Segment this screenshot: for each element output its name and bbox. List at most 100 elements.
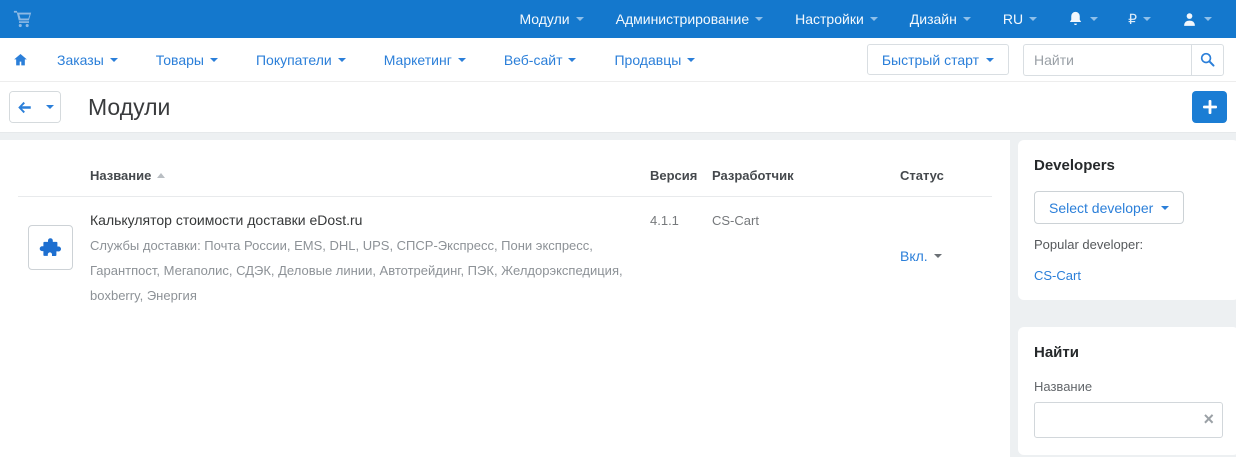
currency-selector[interactable]: ₽: [1128, 11, 1151, 28]
back-history-dropdown[interactable]: [39, 92, 60, 122]
developer-link-cs-cart[interactable]: CS-Cart: [1034, 268, 1081, 283]
sidebar: Developers Select developer Popular deve…: [1018, 140, 1236, 455]
nav-item-label: Продавцы: [614, 52, 681, 68]
sort-ascending-icon: [157, 173, 165, 178]
chevron-down-icon: [1029, 17, 1037, 21]
chevron-down-icon: [934, 254, 942, 258]
addon-name-link[interactable]: Калькулятор стоимости доставки eDost.ru: [90, 212, 650, 228]
modules-panel: Название Версия Разработчик Статус Кальк…: [0, 140, 1010, 457]
column-label: Название: [90, 168, 151, 183]
topbar-menu-design[interactable]: Дизайн: [910, 11, 971, 27]
bell-icon: [1067, 10, 1084, 28]
chevron-down-icon: [210, 58, 218, 62]
nav-item-orders[interactable]: Заказы: [57, 52, 118, 68]
chevron-down-icon: [110, 58, 118, 62]
chevron-down-icon: [576, 17, 584, 21]
name-filter-input[interactable]: [1034, 402, 1223, 438]
status-dropdown[interactable]: Вкл.: [900, 248, 942, 264]
nav-items: Заказы Товары Покупатели Маркетинг Веб-с…: [57, 52, 695, 68]
add-module-button[interactable]: [1192, 91, 1227, 123]
addon-developer: CS-Cart: [712, 206, 900, 308]
chevron-down-icon: [1090, 17, 1098, 21]
nav-item-label: Веб-сайт: [504, 52, 563, 68]
topbar-menu-label: Настройки: [795, 11, 864, 27]
quick-start-button[interactable]: Быстрый старт: [867, 44, 1009, 75]
name-filter-wrap: ×: [1034, 402, 1223, 438]
ruble-icon: ₽: [1128, 11, 1137, 28]
topbar-menu-settings[interactable]: Настройки: [795, 11, 878, 27]
nav-item-customers[interactable]: Покупатели: [256, 52, 346, 68]
search-filter-card: Найти Название ×: [1018, 327, 1236, 455]
nav-item-label: Товары: [156, 52, 204, 68]
account-menu[interactable]: [1181, 11, 1212, 28]
chevron-down-icon: [568, 58, 576, 62]
nav-right-group: Быстрый старт: [867, 44, 1224, 76]
language-selector[interactable]: RU: [1003, 11, 1037, 27]
cart-icon: [12, 9, 34, 29]
content-layout: Название Версия Разработчик Статус Кальк…: [0, 140, 1236, 457]
plus-icon: [1203, 100, 1217, 114]
topbar-menu-label: Модули: [519, 11, 569, 27]
column-header-name[interactable]: Название: [90, 168, 650, 183]
chevron-down-icon: [687, 58, 695, 62]
select-developer-label: Select developer: [1049, 200, 1153, 216]
addon-status-cell: Вкл.: [900, 206, 992, 308]
puzzle-icon: [39, 236, 63, 260]
chevron-down-icon: [1161, 206, 1169, 210]
topbar-menu-label: Администрирование: [616, 11, 750, 27]
nav-item-label: Маркетинг: [384, 52, 452, 68]
column-header-developer: Разработчик: [712, 168, 900, 183]
back-button-group: [9, 91, 61, 123]
topbar-menu: Модули Администрирование Настройки Дизай…: [519, 11, 1037, 27]
search-card-title: Найти: [1034, 344, 1223, 361]
notifications-menu[interactable]: [1067, 10, 1098, 28]
table-header: Название Версия Разработчик Статус: [18, 140, 992, 197]
user-icon: [1181, 11, 1198, 28]
name-field-label: Название: [1034, 379, 1223, 394]
arrow-left-icon: [17, 101, 32, 114]
chevron-down-icon: [338, 58, 346, 62]
quick-start-label: Быстрый старт: [882, 52, 979, 68]
chevron-down-icon: [458, 58, 466, 62]
chevron-down-icon: [986, 58, 994, 62]
column-header-status: Статус: [900, 168, 992, 183]
topbar-menu-administration[interactable]: Администрирование: [616, 11, 764, 27]
nav-item-marketing[interactable]: Маркетинг: [384, 52, 466, 68]
topbar-icon-group: ₽: [1067, 10, 1212, 28]
addon-icon-cell: [18, 206, 90, 308]
home-button[interactable]: [12, 52, 29, 68]
chevron-down-icon: [963, 17, 971, 21]
global-search: [1023, 44, 1224, 76]
storefront-cart-button[interactable]: [12, 9, 34, 29]
column-header-version: Версия: [650, 168, 712, 183]
nav-item-website[interactable]: Веб-сайт: [504, 52, 577, 68]
home-icon: [12, 52, 29, 68]
top-admin-bar: Модули Администрирование Настройки Дизай…: [0, 0, 1236, 38]
chevron-down-icon: [1143, 17, 1151, 21]
main-nav-bar: Заказы Товары Покупатели Маркетинг Веб-с…: [0, 38, 1236, 82]
chevron-down-icon: [870, 17, 878, 21]
topbar-menu-modules[interactable]: Модули: [519, 11, 583, 27]
chevron-down-icon: [46, 105, 54, 109]
page-header: Модули: [0, 82, 1236, 133]
clear-input-icon[interactable]: ×: [1203, 410, 1214, 428]
addon-name-cell: Калькулятор стоимости доставки eDost.ru …: [90, 206, 650, 308]
search-button[interactable]: [1191, 44, 1224, 76]
search-icon: [1199, 51, 1216, 68]
page-title: Модули: [88, 94, 170, 121]
select-developer-button[interactable]: Select developer: [1034, 191, 1184, 224]
developers-card: Developers Select developer Popular deve…: [1018, 140, 1236, 300]
addon-icon-box: [28, 225, 73, 270]
topbar-menu-label: Дизайн: [910, 11, 957, 27]
language-label: RU: [1003, 11, 1023, 27]
search-input[interactable]: [1023, 44, 1191, 76]
nav-item-label: Заказы: [57, 52, 104, 68]
nav-item-products[interactable]: Товары: [156, 52, 218, 68]
nav-item-vendors[interactable]: Продавцы: [614, 52, 695, 68]
developers-card-title: Developers: [1034, 157, 1223, 174]
chevron-down-icon: [1204, 17, 1212, 21]
chevron-down-icon: [755, 17, 763, 21]
addon-version: 4.1.1: [650, 206, 712, 308]
back-button[interactable]: [10, 92, 39, 122]
addon-description: Службы доставки: Почта России, EMS, DHL,…: [90, 233, 646, 308]
